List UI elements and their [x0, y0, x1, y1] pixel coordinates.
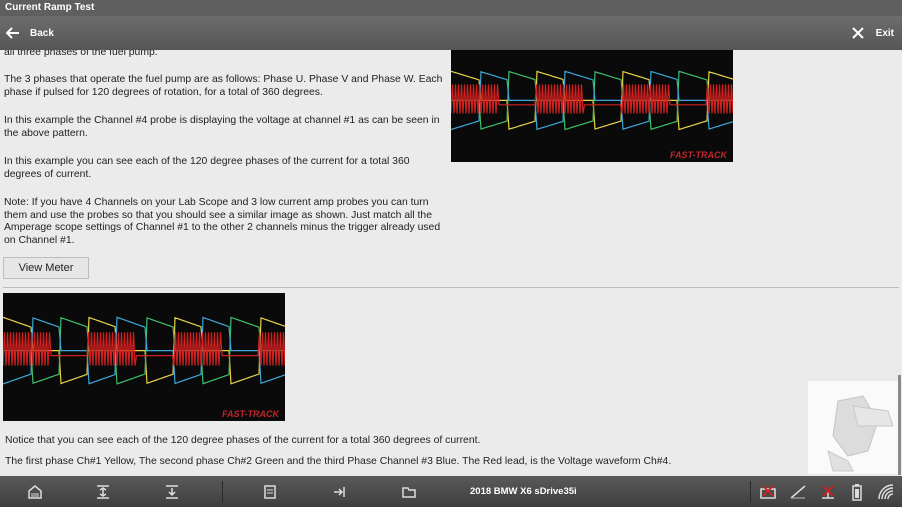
fuel-pump-image [808, 381, 898, 474]
meter-status[interactable] [786, 476, 810, 507]
exit-button[interactable]: Exit [851, 16, 894, 50]
vehicle-disconnect-icon [822, 484, 834, 499]
wifi-status[interactable] [875, 476, 899, 507]
scope-image-top: FAST-TRACK [450, 50, 734, 162]
vehicle-label: 2018 BMW X6 sDrive35i [470, 486, 577, 497]
paragraph-channel4: In this example the Channel #4 probe is … [4, 115, 440, 139]
content-area[interactable]: all three phases of the fuel pump. The 3… [0, 50, 902, 476]
bottom-toolbar: 2018 BMW X6 sDrive35i [0, 476, 902, 507]
close-icon [851, 27, 864, 39]
back-button[interactable]: Back [6, 16, 54, 50]
arrow-left-icon [6, 27, 19, 39]
collapse-button[interactable] [160, 476, 184, 507]
red-trace [2, 332, 286, 366]
battery-icon [852, 483, 862, 501]
paragraph-phases: The 3 phases that operate the fuel pump … [4, 74, 443, 98]
paragraph-intro: all three phases of the fuel pump. [4, 50, 158, 58]
scope-image-bottom: FAST-TRACK [2, 293, 286, 421]
report-button[interactable] [258, 476, 282, 507]
wifi-icon [878, 483, 894, 499]
caption-line-1: Notice that you can see each of the 120 … [5, 435, 481, 446]
export-icon [334, 486, 345, 497]
home-button[interactable] [23, 476, 47, 507]
fast-track-logo: FAST-TRACK [222, 409, 279, 419]
export-button[interactable] [328, 476, 352, 507]
scope-disconnect-icon [760, 484, 776, 499]
collapse-icon [166, 484, 178, 499]
scope-waveform [450, 70, 734, 131]
exit-label: Exit [875, 27, 894, 39]
scrollbar[interactable] [898, 375, 901, 475]
folder-icon [402, 486, 416, 498]
caption-line-2: The first phase Ch#1 Yellow, The second … [5, 456, 672, 467]
expand-icon [97, 484, 109, 499]
view-meter-button[interactable]: View Meter [3, 257, 89, 279]
back-label: Back [30, 27, 54, 39]
toolbar-separator [750, 481, 751, 502]
home-icon [28, 484, 42, 499]
paragraph-120deg: In this example you can see each of the … [4, 156, 410, 180]
section-divider [3, 287, 899, 288]
folder-button[interactable] [397, 476, 421, 507]
fuel-pump-icon [827, 395, 894, 472]
toolbar-separator [222, 481, 223, 502]
report-icon [264, 484, 276, 499]
battery-status[interactable] [845, 476, 869, 507]
meter-disconnect-icon [790, 484, 806, 499]
red-trace [450, 84, 734, 114]
vehicle-status[interactable] [816, 476, 840, 507]
fast-track-logo: FAST-TRACK [670, 150, 727, 160]
nav-bar: Back Exit [0, 16, 902, 50]
window-title: Current Ramp Test [0, 0, 902, 16]
expand-button[interactable] [91, 476, 115, 507]
paragraph-note: Note: If you have 4 Channels on your Lab… [4, 197, 441, 246]
scope-status[interactable] [756, 476, 780, 507]
scope-waveform [2, 316, 286, 385]
